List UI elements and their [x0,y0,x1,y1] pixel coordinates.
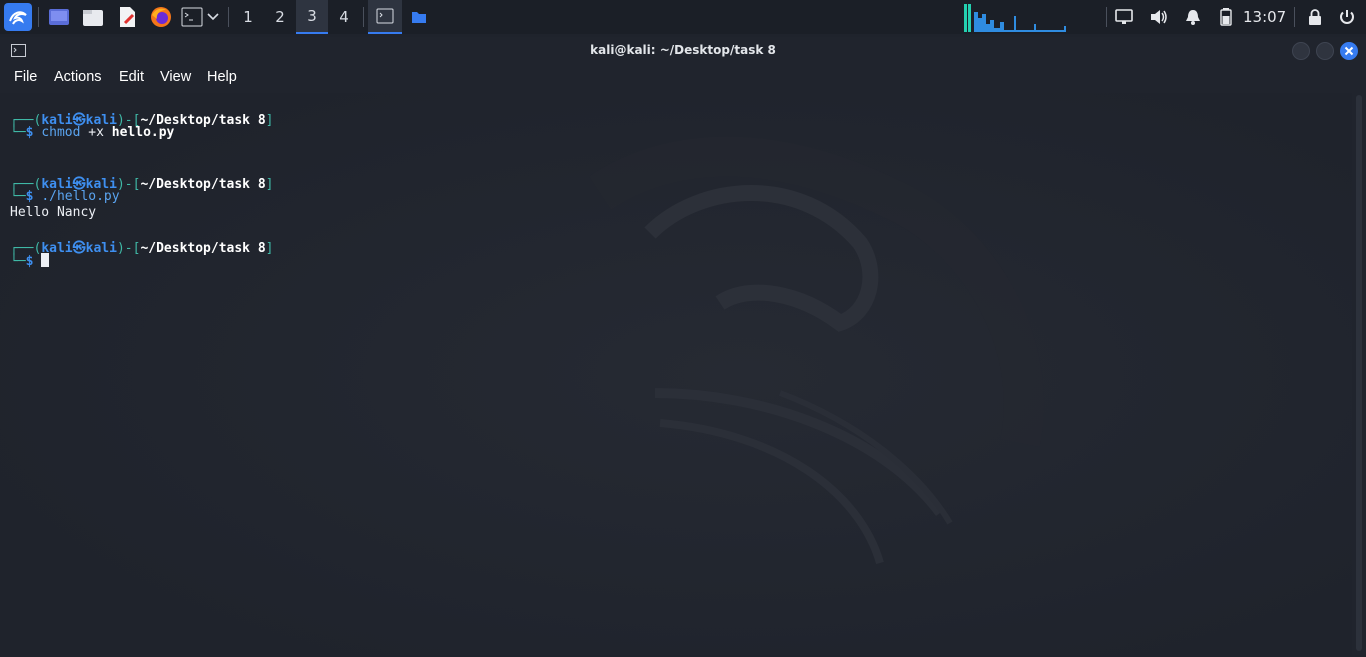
workspace-3[interactable]: 3 [296,0,328,34]
command-file-arg: hello.py [111,125,175,140]
scrollbar-thumb[interactable] [1356,95,1362,651]
top-panel: 1 2 3 4 13:07 [0,0,1366,34]
command-line: └─$ [10,253,50,269]
logout-button[interactable] [1335,5,1359,29]
menu-actions[interactable]: Actions [54,69,102,85]
network-icon [1115,9,1133,24]
taskbar-window-files[interactable] [404,0,434,34]
firefox-icon [151,7,171,27]
workspace-2[interactable]: 2 [264,0,296,34]
workspace-1[interactable]: 1 [232,0,264,34]
command: ./hello.py [41,189,120,204]
window-title: kali@kali: ~/Desktop/task 8 [590,43,776,57]
power-icon [1340,10,1354,24]
close-button[interactable] [1340,42,1358,60]
command-args: +x [80,125,112,140]
menu-help[interactable]: Help [207,69,237,85]
firefox-button[interactable] [149,5,173,29]
prompt-line: ┌──(kali㉿kali)-[~/Desktop/task 8] [10,241,274,256]
maximize-button[interactable] [1316,42,1334,60]
workspace-4[interactable]: 4 [328,0,360,34]
volume-button[interactable] [1147,5,1171,29]
notifications-button[interactable] [1181,5,1205,29]
launcher-dropdown[interactable] [204,5,222,29]
command-output: Hello Nancy [10,205,97,220]
show-desktop-icon [49,9,69,25]
terminal-scrollbar[interactable] [1352,93,1366,655]
minimize-button[interactable] [1292,42,1310,60]
menu-file[interactable]: File [14,69,37,85]
workspace-label: 4 [339,8,349,26]
command-line: └─$ ./hello.py [10,189,120,204]
battery-icon [1220,8,1232,26]
text-cursor [41,253,50,267]
taskbar-window-terminal[interactable] [368,0,402,34]
workspace-label: 3 [307,7,317,25]
chevron-down-icon [207,13,219,21]
kali-dragon-icon [9,11,27,25]
terminal-launcher-button[interactable] [180,5,204,29]
terminal-icon [376,8,394,24]
file-manager-icon [83,10,103,26]
prompt-host: kali [85,241,117,256]
network-button[interactable] [1112,5,1136,29]
terminal-area[interactable]: ┌──(kali㉿kali)-[~/Desktop/task 8] └─$ ch… [0,93,1352,655]
window-titlebar[interactable]: kali@kali: ~/Desktop/task 8 [0,37,1366,65]
folder-icon [412,12,426,23]
workspace-label: 1 [243,8,253,26]
clock[interactable]: 13:07 [1243,8,1286,26]
terminal-icon [181,7,203,27]
workspace-label: 2 [275,8,285,26]
kali-menu-button[interactable] [4,3,32,31]
command-line: └─$ chmod +x hello.py [10,125,175,140]
menu-view[interactable]: View [160,69,191,85]
text-editor-button[interactable] [115,5,139,29]
cpu-graph [964,4,1066,32]
prompt-path: ~/Desktop/task 8 [140,177,266,192]
close-icon [1344,46,1354,56]
command: chmod [41,125,81,140]
lock-icon [1309,9,1321,25]
menubar: File Actions Edit View Help [0,65,1366,93]
lock-screen-button[interactable] [1303,5,1327,29]
bell-icon [1186,10,1200,25]
volume-icon [1151,10,1167,24]
battery-indicator[interactable] [1214,5,1238,29]
prompt-path: ~/Desktop/task 8 [140,241,266,256]
menu-edit[interactable]: Edit [119,69,144,85]
show-desktop-button[interactable] [47,5,71,29]
file-manager-button[interactable] [81,5,105,29]
text-editor-icon [120,7,135,27]
